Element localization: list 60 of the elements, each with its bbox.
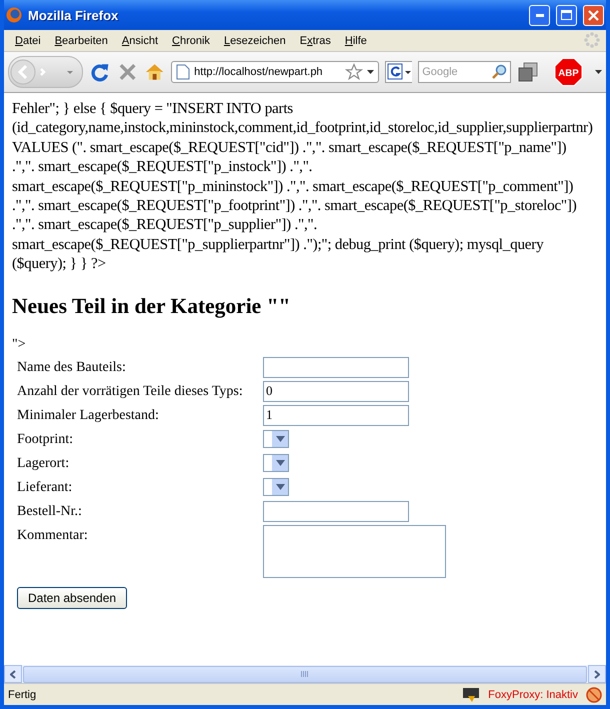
code-text-line: smart_escape($_REQUEST["p_supplierpartnr"]) .");"; debug_print ($query); mysql_query — [12, 234, 545, 254]
menu-item[interactable]: Ansicht — [114, 34, 166, 46]
windows-icon[interactable] — [517, 61, 538, 83]
code-text-line: VALUES (". smart_escape($_REQUEST["cid"]) .",". smart_escape($_REQUEST["p_name"]) — [12, 138, 568, 158]
code-text-line: .",". smart_escape($_REQUEST["p_footprint"]) .",". smart_escape($_REQUEST["p_storeloc"]) — [12, 196, 578, 216]
field-label: Anzahl der vorrätigen Teile dieses Typs: — [17, 382, 244, 401]
caret-icon — [276, 436, 284, 442]
stray-text: "> — [12, 336, 27, 353]
field-label: Lagerort: — [17, 454, 70, 473]
window-title: Mozilla Firefox — [28, 8, 120, 22]
address-bar[interactable]: http://localhost/newpart.ph — [171, 61, 380, 83]
submit-button[interactable]: Daten absenden — [17, 586, 128, 609]
comment-field[interactable] — [263, 524, 446, 578]
status-text: Fertig — [8, 688, 38, 700]
star-icon[interactable] — [345, 63, 364, 81]
code-text-line: (id_category,name,instock,mininstock,comment,id_footprint,id_storeloc,id_supplier,supplierpartnr) — [12, 118, 594, 138]
close-icon — [588, 10, 599, 20]
field-label: Name des Bauteils: — [17, 358, 127, 377]
page-heading: Neues Teil in der Kategorie "" — [12, 294, 292, 319]
menu-item[interactable]: Hilfe — [338, 34, 374, 46]
search-engine-icon[interactable] — [385, 61, 412, 83]
dropdown[interactable] — [263, 478, 289, 496]
code-text-line: .",". smart_escape($_REQUEST["p_supplier"]) .",". — [12, 215, 318, 235]
caret-icon — [276, 484, 284, 490]
code-text-line: smart_escape($_REQUEST["p_mininstock"]) .",". smart_escape($_REQUEST["p_comment"]) — [12, 176, 574, 196]
close-button[interactable] — [583, 4, 604, 26]
search-icon[interactable] — [491, 64, 508, 80]
dropdown-icon[interactable] — [367, 70, 374, 74]
media-icon[interactable] — [462, 686, 480, 702]
text-field[interactable] — [263, 500, 409, 522]
menu-item[interactable]: Lesezeichen — [216, 34, 293, 46]
field-label: Lieferant: — [17, 478, 74, 497]
menu-item[interactable]: Datei — [8, 34, 48, 46]
menu-item[interactable]: Extras — [292, 34, 338, 46]
code-text-line: ($query); } } ?> — [12, 254, 107, 274]
menu-item[interactable]: Bearbeiten — [48, 34, 115, 46]
text-field[interactable]: 0 — [263, 380, 409, 402]
text-field[interactable]: 1 — [263, 404, 409, 426]
code-text-line: Fehler"; } else { $query = "INSERT INTO parts — [12, 99, 294, 118]
minimize-button[interactable] — [529, 4, 550, 26]
dropdown[interactable] — [263, 430, 289, 448]
field-label: Minimaler Lagerbestand: — [17, 406, 160, 425]
dropdown[interactable] — [263, 454, 289, 472]
maximize-icon — [561, 10, 572, 20]
dropdown-icon[interactable] — [595, 70, 602, 74]
throbber-icon — [584, 32, 600, 48]
field-label: Footprint: — [17, 430, 74, 449]
grip-icon — [301, 671, 309, 677]
page-icon — [176, 64, 190, 80]
minimize-icon — [536, 14, 544, 16]
menu-item[interactable]: Chronik — [165, 34, 217, 46]
caret-icon — [276, 460, 284, 466]
proxy-status[interactable]: FoxyProxy: Inaktiv — [488, 688, 578, 700]
field-label: Bestell-Nr.: — [17, 502, 83, 521]
field-label: Kommentar: — [17, 526, 89, 545]
text-field[interactable] — [263, 356, 409, 378]
firefox-icon — [6, 7, 22, 23]
adblock-icon[interactable]: ABP — [554, 57, 584, 87]
maximize-button[interactable] — [556, 4, 577, 26]
code-text-line: .",". smart_escape($_REQUEST["p_instock"]) .",". — [12, 157, 314, 177]
